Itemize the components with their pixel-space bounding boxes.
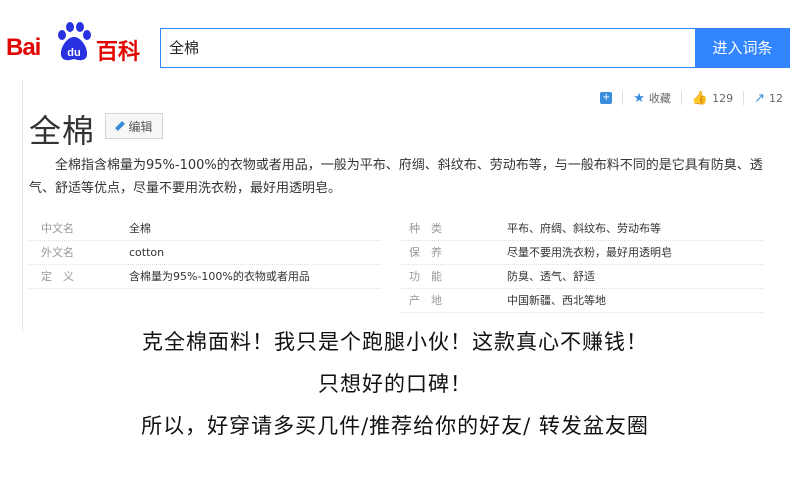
star-icon: ★ — [633, 90, 645, 106]
info-value: 中国新疆、西北等地 — [507, 294, 606, 307]
info-row: 中文名 全棉 — [29, 216, 381, 241]
info-label: 产 地 — [409, 294, 442, 307]
search-bar: 全棉 进入词条 — [160, 28, 790, 68]
info-value: 尽量不要用洗衣粉，最好用透明皂 — [507, 246, 672, 259]
divider — [680, 91, 682, 105]
info-row: 功 能 防臭、透气、舒适 — [401, 264, 763, 289]
share-button[interactable]: ↗ 12 — [754, 91, 783, 106]
info-row: 产 地 中国新疆、西北等地 — [401, 288, 763, 313]
share-icon: ↗ — [754, 90, 765, 106]
edit-button[interactable]: 编辑 — [105, 113, 163, 139]
entry-title: 全棉 — [29, 112, 96, 150]
info-label: 保 养 — [409, 246, 442, 259]
info-label: 种 类 — [409, 222, 442, 235]
slogan-line-1: 克全棉面料！我只是个跑腿小伙！这款真心不赚钱！ — [142, 330, 648, 354]
info-label: 定 义 — [41, 270, 74, 283]
entry-summary: 全棉指含棉量为95%-100%的衣物或者用品，一般为平布、府绸、斜纹布、劳动布等… — [29, 158, 763, 196]
search-input[interactable]: 全棉 — [160, 28, 703, 68]
enter-entry-button[interactable]: 进入词条 — [695, 28, 790, 68]
info-row: 外文名 cotton — [29, 240, 381, 265]
info-row: 定 义 含棉量为95%-100%的衣物或者用品 — [29, 264, 381, 289]
info-value: 平布、府绸、斜纹布、劳动布等 — [507, 222, 661, 235]
collect-button[interactable]: ★ 收藏 — [633, 90, 671, 106]
slogan-line-3: 所以，好穿请多买几件/推荐给你的好友/ 转发盆友圈 — [141, 414, 649, 438]
thumbs-up-icon: 👍 — [691, 90, 709, 106]
slogan-line-2: 只想好的口碑！ — [318, 372, 472, 396]
divider — [622, 91, 624, 105]
info-label: 中文名 — [41, 222, 74, 235]
edit-label: 编辑 — [128, 119, 153, 134]
paw-icon: du — [58, 22, 91, 61]
divider — [743, 91, 745, 105]
logo-du-text: du — [67, 47, 80, 59]
info-label: 外文名 — [41, 246, 74, 259]
logo-baike-text: 百科 — [96, 40, 141, 65]
pencil-icon — [115, 121, 125, 131]
info-value: cotton — [129, 245, 165, 259]
info-row: 种 类 平布、府绸、斜纹布、劳动布等 — [401, 216, 763, 241]
info-value: 含棉量为95%-100%的衣物或者用品 — [129, 270, 310, 283]
info-label: 功 能 — [409, 270, 442, 283]
entry-card: + ★ 收藏 👍 129 ↗ 12 全棉 编辑 全棉指含棉量为95%-100%的… — [22, 80, 790, 332]
entry-actions: + ★ 收藏 👍 129 ↗ 12 — [600, 88, 783, 108]
info-row: 保 养 尽量不要用洗衣粉，最好用透明皂 — [401, 240, 763, 265]
like-count: 129 — [712, 91, 734, 105]
logo-bai-text: Bai — [6, 34, 41, 61]
add-icon[interactable]: + — [600, 92, 613, 104]
share-count: 12 — [769, 91, 783, 105]
header: Bai du 百科 全棉 进入词条 — [0, 0, 790, 80]
like-button[interactable]: 👍 129 — [692, 91, 733, 106]
baidu-baike-logo[interactable]: Bai du 百科 — [6, 20, 151, 70]
info-value: 防臭、透气、舒适 — [507, 270, 595, 283]
collect-label: 收藏 — [648, 92, 671, 105]
info-value: 全棉 — [129, 222, 151, 235]
